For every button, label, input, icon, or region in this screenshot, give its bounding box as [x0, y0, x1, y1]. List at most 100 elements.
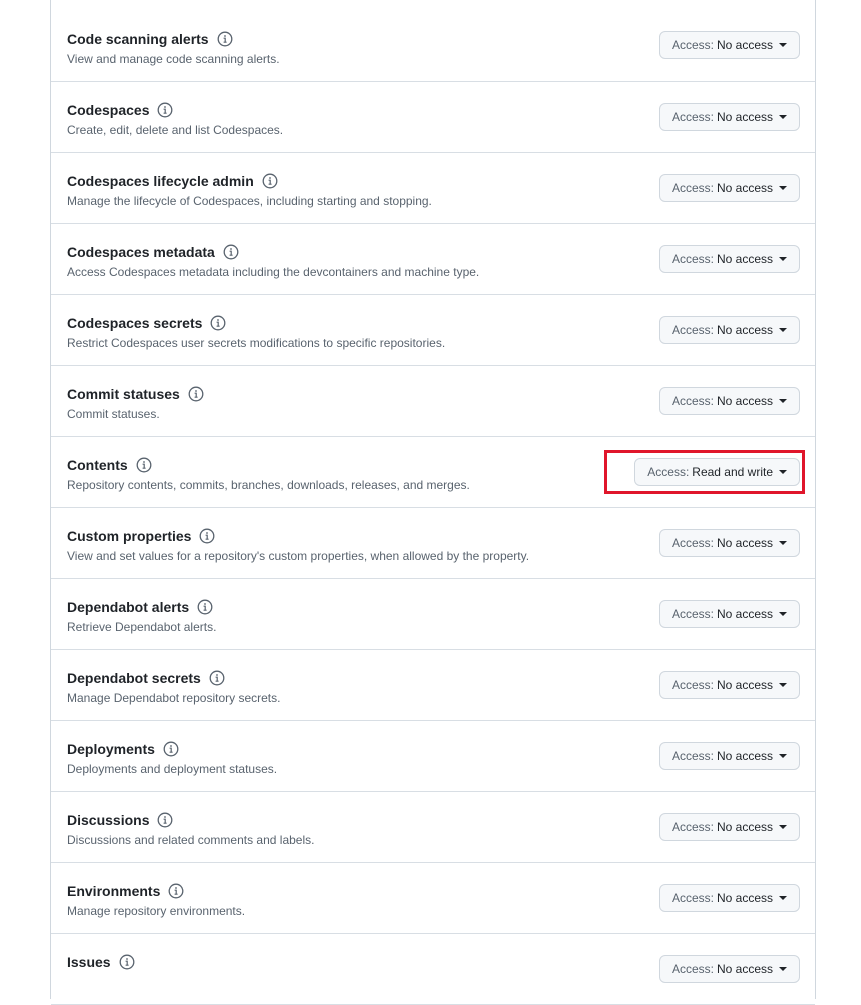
permission-row-issues: Issues Access: No access [51, 934, 815, 1005]
permission-row-contents: Contents Repository contents, commits, b… [51, 437, 815, 508]
access-dropdown-button[interactable]: Access: No access [658, 103, 800, 131]
access-prefix: Access: [671, 820, 714, 834]
caret-down-icon [779, 257, 787, 261]
access-value: No access [716, 394, 773, 408]
access-prefix: Access: [671, 962, 714, 976]
caret-down-icon [779, 115, 787, 119]
permission-title: Discussions [67, 812, 150, 828]
access-prefix: Access: [671, 110, 714, 124]
access-dropdown-button[interactable]: Access: No access [658, 955, 800, 983]
access-dropdown-button[interactable]: Access: No access [658, 245, 800, 273]
info-icon[interactable] [262, 173, 278, 189]
access-dropdown-button[interactable]: Access: No access [658, 31, 800, 59]
caret-down-icon [779, 825, 787, 829]
access-prefix: Access: [671, 252, 714, 266]
permission-info: Codespaces metadata Access Codespaces me… [67, 241, 479, 280]
access-value: No access [716, 678, 773, 692]
permission-title: Codespaces metadata [67, 244, 215, 260]
permission-description: Discussions and related comments and lab… [67, 833, 315, 847]
info-icon[interactable] [209, 670, 225, 686]
info-icon[interactable] [223, 244, 239, 260]
permission-title-line: Environments [67, 880, 245, 902]
permission-title-line: Dependabot alerts [67, 596, 216, 618]
permission-title: Environments [67, 883, 161, 899]
access-value: No access [716, 607, 773, 621]
access-value: No access [716, 749, 773, 763]
permission-description: Manage Dependabot repository secrets. [67, 691, 281, 705]
access-prefix: Access: [671, 749, 714, 763]
access-dropdown-button[interactable]: Access: No access [658, 813, 800, 841]
caret-down-icon [779, 470, 787, 474]
permission-info: Dependabot alerts Retrieve Dependabot al… [67, 596, 216, 635]
permission-title: Issues [67, 954, 111, 970]
permission-title-line: Codespaces [67, 99, 283, 121]
permission-title-line: Discussions [67, 809, 314, 831]
info-icon[interactable] [217, 31, 233, 47]
permission-info: Environments Manage repository environme… [67, 880, 245, 919]
info-icon[interactable] [199, 528, 215, 544]
caret-down-icon [779, 754, 787, 758]
permission-title-line: Codespaces metadata [67, 241, 479, 263]
permission-description: Commit statuses. [67, 407, 160, 421]
caret-down-icon [779, 399, 787, 403]
info-icon[interactable] [157, 102, 173, 118]
permission-row-dependabot-secrets: Dependabot secrets Manage Dependabot rep… [51, 650, 815, 721]
access-value: No access [716, 536, 773, 550]
info-icon[interactable] [157, 812, 173, 828]
permission-description: Manage the lifecycle of Codespaces, incl… [67, 194, 432, 208]
permission-info: Code scanning alerts View and manage cod… [67, 28, 280, 67]
permission-info: Codespaces secrets Restrict Codespaces u… [67, 312, 445, 351]
caret-down-icon [779, 683, 787, 687]
permission-description: Create, edit, delete and list Codespaces… [67, 123, 284, 137]
permission-title-line: Codespaces secrets [67, 312, 445, 334]
access-dropdown-button[interactable]: Access: No access [658, 600, 800, 628]
permission-info: Deployments Deployments and deployment s… [67, 738, 277, 777]
info-icon[interactable] [168, 883, 184, 899]
permission-info: Commit statuses Commit statuses. [67, 383, 204, 422]
access-value: No access [716, 110, 773, 124]
access-prefix: Access: [671, 891, 714, 905]
permissions-list: Code scanning alerts View and manage cod… [50, 0, 816, 1005]
caret-down-icon [779, 967, 787, 971]
permission-row-codespaces-metadata: Codespaces metadata Access Codespaces me… [51, 224, 815, 295]
permission-title: Codespaces lifecycle admin [67, 173, 254, 189]
access-value: No access [716, 38, 773, 52]
permission-title: Custom properties [67, 528, 192, 544]
access-prefix: Access: [671, 181, 714, 195]
access-value: No access [716, 962, 773, 976]
access-dropdown-button[interactable]: Access: No access [658, 742, 800, 770]
permission-info: Custom properties View and set values fo… [67, 525, 529, 564]
access-dropdown-button[interactable]: Access: No access [658, 529, 800, 557]
permission-description: Retrieve Dependabot alerts. [67, 620, 217, 634]
permission-title: Codespaces [67, 102, 150, 118]
permission-description: Repository contents, commits, branches, … [67, 478, 470, 492]
permission-row-codespaces-lifecycle-admin: Codespaces lifecycle admin Manage the li… [51, 153, 815, 224]
access-prefix: Access: [671, 607, 714, 621]
permission-row-deployments: Deployments Deployments and deployment s… [51, 721, 815, 792]
access-dropdown-button[interactable]: Access: Read and write [634, 458, 800, 486]
permission-row-codespaces-secrets: Codespaces secrets Restrict Codespaces u… [51, 295, 815, 366]
permission-title-line: Codespaces lifecycle admin [67, 170, 432, 192]
caret-down-icon [779, 43, 787, 47]
access-prefix: Access: [671, 536, 714, 550]
info-icon[interactable] [210, 315, 226, 331]
permission-title-line: Commit statuses [67, 383, 204, 405]
info-icon[interactable] [119, 954, 135, 970]
permission-title-line: Contents [67, 454, 470, 476]
access-dropdown-button[interactable]: Access: No access [658, 174, 800, 202]
info-icon[interactable] [197, 599, 213, 615]
permission-info: Codespaces lifecycle admin Manage the li… [67, 170, 432, 209]
access-dropdown-button[interactable]: Access: No access [658, 671, 800, 699]
access-value: No access [716, 252, 773, 266]
access-dropdown-button[interactable]: Access: No access [658, 387, 800, 415]
permission-info: Discussions Discussions and related comm… [67, 809, 314, 848]
info-icon[interactable] [163, 741, 179, 757]
access-value: No access [716, 891, 773, 905]
permission-row-dependabot-alerts: Dependabot alerts Retrieve Dependabot al… [51, 579, 815, 650]
info-icon[interactable] [136, 457, 152, 473]
permission-description: Restrict Codespaces user secrets modific… [67, 336, 446, 350]
access-dropdown-button[interactable]: Access: No access [658, 884, 800, 912]
info-icon[interactable] [188, 386, 204, 402]
caret-down-icon [779, 896, 787, 900]
access-dropdown-button[interactable]: Access: No access [658, 316, 800, 344]
